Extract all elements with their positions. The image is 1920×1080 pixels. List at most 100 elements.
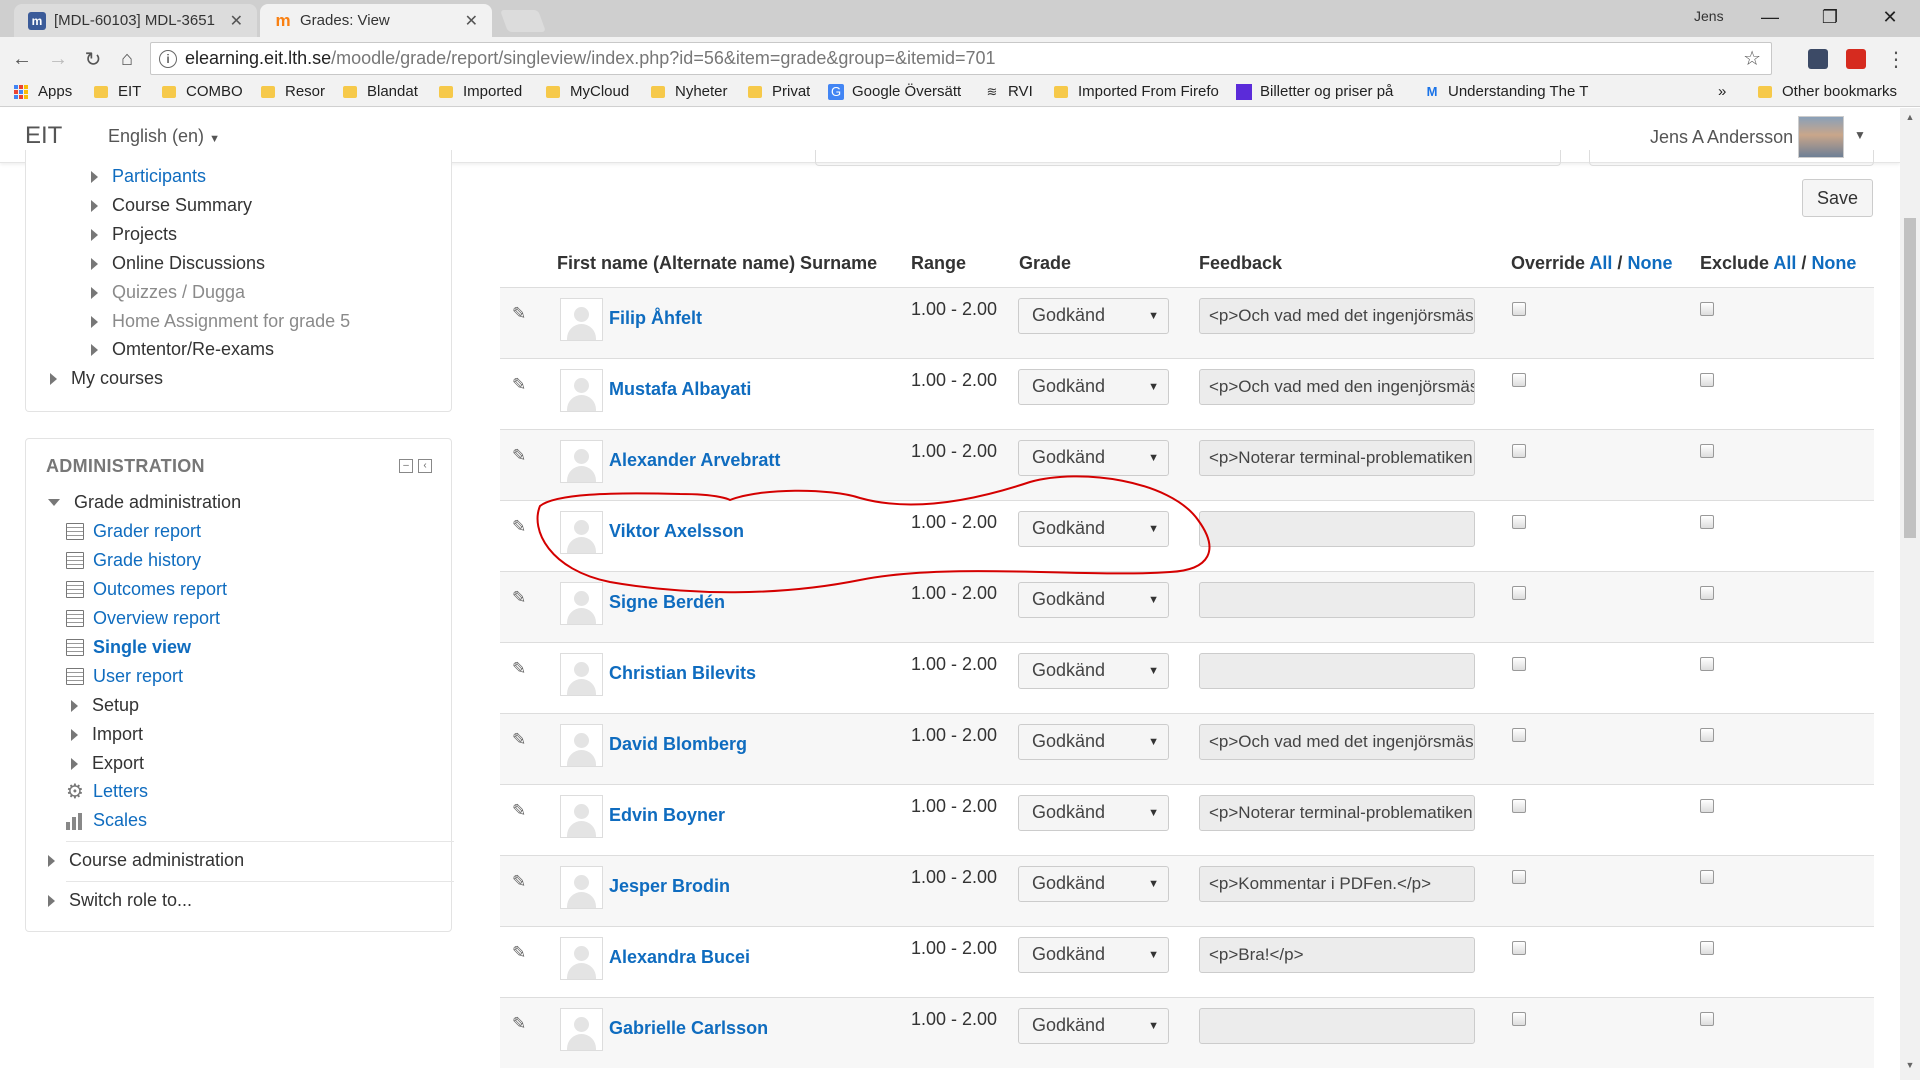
dock-icon[interactable]: ‹ <box>418 459 432 473</box>
back-icon[interactable]: ← <box>8 45 36 73</box>
admin-grade-administration[interactable]: Grade administration <box>48 492 241 513</box>
exclude-checkbox[interactable] <box>1700 941 1714 955</box>
student-avatar[interactable] <box>560 511 603 554</box>
scroll-down-icon[interactable]: ▼ <box>1904 1060 1916 1072</box>
override-none-link[interactable]: None <box>1627 253 1672 273</box>
page-scrollbar[interactable]: ▲ ▼ <box>1900 108 1920 1080</box>
grade-select[interactable]: Godkänd ▼ <box>1018 582 1169 618</box>
override-checkbox[interactable] <box>1512 941 1526 955</box>
pdf-extension-icon[interactable] <box>1846 49 1866 69</box>
caret-down-icon[interactable]: ▼ <box>1854 128 1866 142</box>
exclude-checkbox[interactable] <box>1700 657 1714 671</box>
site-brand[interactable]: EIT <box>25 122 62 150</box>
edit-pencil-icon[interactable]: ✎ <box>512 730 530 749</box>
close-icon[interactable]: ✕ <box>465 11 478 31</box>
student-name-link[interactable]: Alexander Arvebratt <box>609 450 780 471</box>
student-name-link[interactable]: Mustafa Albayati <box>609 379 751 400</box>
admin-course-administration[interactable]: Course administration <box>48 850 244 871</box>
nav-item-participants[interactable]: Participants <box>91 166 206 187</box>
bookmark-folder[interactable]: Blandat <box>343 83 418 100</box>
forward-icon[interactable]: → <box>44 45 72 73</box>
minimize-icon[interactable]: — <box>1746 0 1794 34</box>
profile-name[interactable]: Jens <box>1694 8 1724 24</box>
edit-pencil-icon[interactable]: ✎ <box>512 659 530 678</box>
student-avatar[interactable] <box>560 369 603 412</box>
exclude-none-link[interactable]: None <box>1811 253 1856 273</box>
bookmark-rvi[interactable]: ≋ RVI <box>984 83 1033 100</box>
scroll-up-icon[interactable]: ▲ <box>1904 112 1916 124</box>
student-name-link[interactable]: Gabrielle Carlsson <box>609 1018 768 1039</box>
scrollbar-thumb[interactable] <box>1904 218 1916 538</box>
bookmark-google-translate[interactable]: G Google Översätt <box>828 83 961 100</box>
student-name-link[interactable]: Jesper Brodin <box>609 876 730 897</box>
edit-pencil-icon[interactable]: ✎ <box>512 872 530 891</box>
bookmark-folder[interactable]: MyCloud <box>546 83 629 100</box>
admin-outcomes-report[interactable]: Outcomes report <box>66 579 227 600</box>
admin-grade-history[interactable]: Grade history <box>66 550 201 571</box>
override-checkbox[interactable] <box>1512 302 1526 316</box>
override-checkbox[interactable] <box>1512 444 1526 458</box>
admin-overview-report[interactable]: Overview report <box>66 608 220 629</box>
admin-import[interactable]: Import <box>71 724 143 745</box>
bookmark-folder[interactable]: COMBO <box>162 83 243 100</box>
admin-single-view[interactable]: Single view <box>66 637 191 658</box>
override-checkbox[interactable] <box>1512 515 1526 529</box>
student-name-link[interactable]: David Blomberg <box>609 734 747 755</box>
exclude-all-link[interactable]: All <box>1773 253 1796 273</box>
edit-pencil-icon[interactable]: ✎ <box>512 517 530 536</box>
override-checkbox[interactable] <box>1512 586 1526 600</box>
student-avatar[interactable] <box>560 298 603 341</box>
exclude-checkbox[interactable] <box>1700 586 1714 600</box>
bookmarks-overflow[interactable]: » <box>1718 83 1726 100</box>
reload-icon[interactable]: ↻ <box>79 45 107 73</box>
edit-pencil-icon[interactable]: ✎ <box>512 446 530 465</box>
exclude-checkbox[interactable] <box>1700 302 1714 316</box>
feedback-input[interactable] <box>1199 1008 1475 1044</box>
override-all-link[interactable]: All <box>1589 253 1612 273</box>
exclude-checkbox[interactable] <box>1700 515 1714 529</box>
bookmark-star-icon[interactable]: ☆ <box>1743 46 1761 71</box>
admin-user-report[interactable]: User report <box>66 666 183 687</box>
bookmark-folder[interactable]: Imported <box>439 83 522 100</box>
bookmark-apps[interactable]: Apps <box>14 83 72 100</box>
grade-select[interactable]: Godkänd ▼ <box>1018 724 1169 760</box>
student-name-link[interactable]: Viktor Axelsson <box>609 521 744 542</box>
exclude-checkbox[interactable] <box>1700 870 1714 884</box>
grade-select[interactable]: Godkänd ▼ <box>1018 1008 1169 1044</box>
feedback-input[interactable]: <p>Kommentar i PDFen.</p> <box>1199 866 1475 902</box>
bookmark-folder[interactable]: EIT <box>94 83 141 100</box>
language-menu[interactable]: English (en) ▼ <box>108 126 220 147</box>
student-name-link[interactable]: Christian Bilevits <box>609 663 756 684</box>
bookmark-folder[interactable]: Nyheter <box>651 83 728 100</box>
student-name-link[interactable]: Alexandra Bucei <box>609 947 750 968</box>
edit-pencil-icon[interactable]: ✎ <box>512 304 530 323</box>
feedback-input[interactable] <box>1199 582 1475 618</box>
close-icon[interactable]: ✕ <box>230 11 243 31</box>
edit-pencil-icon[interactable]: ✎ <box>512 801 530 820</box>
bookmark-other[interactable]: Other bookmarks <box>1758 83 1897 100</box>
grade-select[interactable]: Godkänd ▼ <box>1018 795 1169 831</box>
override-checkbox[interactable] <box>1512 728 1526 742</box>
edit-pencil-icon[interactable]: ✎ <box>512 588 530 607</box>
user-name[interactable]: Jens A Andersson <box>1650 127 1793 148</box>
column-header-name[interactable]: First name (Alternate name) Surname <box>557 253 877 274</box>
menu-dots-icon[interactable]: ⋮ <box>1882 45 1910 73</box>
grade-select[interactable]: Godkänd ▼ <box>1018 937 1169 973</box>
admin-grader-report[interactable]: Grader report <box>66 521 201 542</box>
search-field-partial[interactable] <box>815 150 1561 166</box>
address-bar[interactable]: i elearning.eit.lth.se/moodle/grade/repo… <box>150 42 1772 75</box>
nav-item-course-summary[interactable]: Course Summary <box>91 195 252 216</box>
student-name-link[interactable]: Edvin Boyner <box>609 805 725 826</box>
grade-select[interactable]: Godkänd ▼ <box>1018 866 1169 902</box>
nav-item-quizzes[interactable]: Quizzes / Dugga <box>91 282 245 303</box>
extension-icon[interactable] <box>1808 49 1828 69</box>
override-checkbox[interactable] <box>1512 799 1526 813</box>
bookmark-folder[interactable]: Resor <box>261 83 325 100</box>
bookmark-folder[interactable]: Imported From Firefo <box>1054 83 1224 100</box>
grade-select[interactable]: Godkänd ▼ <box>1018 369 1169 405</box>
nav-item-home-assignment[interactable]: Home Assignment for grade 5 <box>91 311 350 332</box>
admin-export[interactable]: Export <box>71 753 144 774</box>
bookmark-understanding[interactable]: M Understanding The T <box>1424 83 1592 100</box>
student-avatar[interactable] <box>560 440 603 483</box>
feedback-input[interactable] <box>1199 511 1475 547</box>
